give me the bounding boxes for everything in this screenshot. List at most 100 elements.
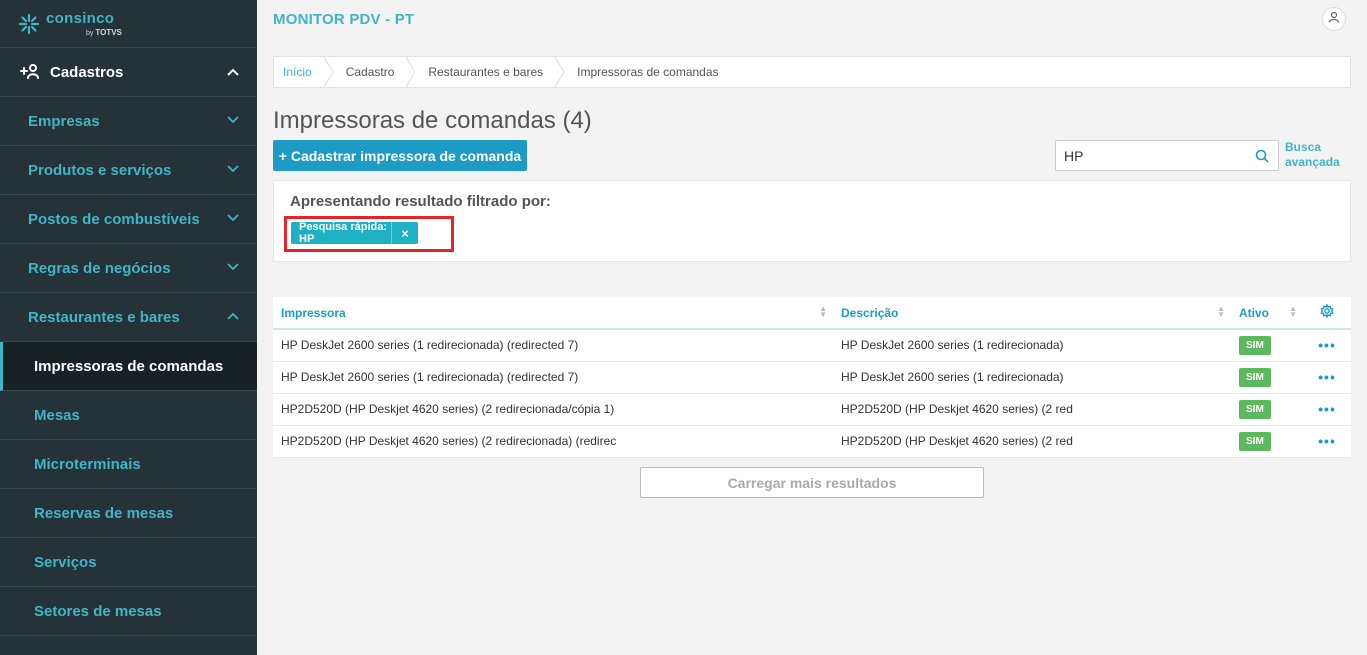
advanced-search-link[interactable]: Busca avançada [1285, 140, 1340, 170]
cell-description: HP2D520D (HP Deskjet 4620 series) (2 red [841, 402, 1073, 416]
quick-search [1055, 140, 1279, 171]
cell-printer: HP DeskJet 2600 series (1 redirecionada)… [281, 370, 579, 384]
cell-active: SIM [1231, 425, 1303, 457]
sidebar-section-label: Cadastros [50, 63, 124, 81]
advanced-search-line2: avançada [1285, 155, 1340, 169]
column-header-descricao[interactable]: Descrição ▲ ▼ [833, 297, 1231, 329]
filter-label: Apresentando resultado filtrado por: [290, 193, 551, 210]
gear-icon[interactable] [1320, 303, 1334, 321]
table-row[interactable]: HP2D520D (HP Deskjet 4620 series) (2 red… [273, 393, 1351, 425]
cell-printer: HP2D520D (HP Deskjet 4620 series) (2 red… [281, 434, 617, 448]
sidebar-subitem-label: Mesas [34, 406, 80, 424]
more-actions-icon[interactable]: ••• [1318, 369, 1336, 385]
table-row[interactable]: HP2D520D (HP Deskjet 4620 series) (2 red… [273, 425, 1351, 457]
sidebar-subitem-setores[interactable]: Setores de mesas [0, 587, 257, 636]
sidebar-item-label: Regras de negócios [28, 259, 171, 277]
chevron-up-icon [227, 311, 239, 323]
sidebar-item-produtos[interactable]: Produtos e serviços [0, 146, 257, 195]
breadcrumb-separator [555, 57, 565, 87]
column-settings[interactable] [1303, 297, 1351, 329]
cell-printer: HP DeskJet 2600 series (1 redirecionada)… [281, 338, 579, 353]
logo-name: consinco [46, 9, 115, 27]
filter-panel: Apresentando resultado filtrado por: Pes… [273, 180, 1351, 262]
sidebar-item-label: Restaurantes e bares [28, 308, 180, 326]
sidebar-subitem-microterminais[interactable]: Microterminais [0, 440, 257, 489]
breadcrumb-restaurantes[interactable]: Restaurantes e bares [416, 57, 555, 87]
add-printer-button[interactable]: + Cadastrar impressora de comanda [273, 140, 527, 171]
close-icon[interactable]: × [391, 222, 418, 244]
sidebar-item-label: Empresas [28, 112, 100, 130]
more-actions-icon[interactable]: ••• [1318, 401, 1336, 417]
chevron-down-icon [227, 115, 239, 127]
breadcrumb-cadastro[interactable]: Cadastro [334, 57, 407, 87]
load-more-button[interactable]: Carregar mais resultados [640, 467, 984, 498]
breadcrumb-separator [406, 57, 416, 87]
chevron-down-icon [227, 164, 239, 176]
cell-printer: HP2D520D (HP Deskjet 4620 series) (2 red… [281, 402, 615, 416]
row-actions: ••• [1303, 329, 1351, 361]
table-row[interactable]: HP DeskJet 2600 series (1 redirecionada)… [273, 329, 1351, 361]
chevron-down-icon [227, 213, 239, 225]
sidebar-section-cadastros[interactable]: Cadastros [0, 48, 257, 97]
row-actions: ••• [1303, 361, 1351, 393]
chevron-down-icon [227, 262, 239, 274]
sidebar-item-label: Produtos e serviços [28, 161, 172, 179]
sort-icon: ▲ ▼ [1289, 304, 1297, 319]
logo[interactable]: consinco by TOTVS [0, 0, 257, 48]
filter-tag-label: Pesquisa rápida: HP [299, 221, 388, 245]
more-actions-icon[interactable]: ••• [1318, 433, 1336, 449]
cell-active: SIM [1231, 393, 1303, 425]
sidebar-item-postos[interactable]: Postos de combustíveis [0, 195, 257, 244]
table-row[interactable]: HP DeskJet 2600 series (1 redirecionada)… [273, 361, 1351, 393]
sidebar-subitem-label: Reservas de mesas [34, 504, 174, 522]
sidebar-item-empresas[interactable]: Empresas [0, 97, 257, 146]
logo-byline: by TOTVS [86, 27, 122, 37]
filter-tag: Pesquisa rápida: HP × [291, 221, 418, 245]
cell-description: HP2D520D (HP Deskjet 4620 series) (2 red [841, 434, 1073, 448]
add-user-icon [20, 63, 40, 82]
advanced-search-line1: Busca [1285, 140, 1322, 154]
sidebar-subitem-label: Impressoras de comandas [34, 357, 224, 375]
cell-active: SIM [1231, 361, 1303, 393]
sidebar-subitem-reservas[interactable]: Reservas de mesas [0, 489, 257, 538]
sort-icon: ▲ ▼ [1217, 304, 1225, 319]
table-header-row: Impressora ▲ ▼ Descrição ▲ ▼ Ativo ▲ ▼ [273, 297, 1351, 329]
column-header-impressora[interactable]: Impressora ▲ ▼ [273, 297, 833, 329]
sidebar-subitem-label: Setores de mesas [34, 602, 162, 620]
breadcrumb: Início Cadastro Restaurantes e bares Imp… [273, 56, 1351, 88]
sidebar-subitem-impressoras[interactable]: Impressoras de comandas [0, 342, 257, 391]
printers-table: Impressora ▲ ▼ Descrição ▲ ▼ Ativo ▲ ▼ HP Desk… [273, 297, 1351, 458]
breadcrumb-current: Impressoras de comandas [577, 65, 719, 79]
sidebar-item-restaurantes[interactable]: Restaurantes e bares [0, 293, 257, 342]
sidebar-item-label: Postos de combustíveis [28, 210, 200, 228]
more-actions-icon[interactable]: ••• [1318, 337, 1336, 353]
sidebar-subitem-mesas[interactable]: Mesas [0, 391, 257, 440]
cell-description: HP DeskJet 2600 series (1 redirecionada) [841, 338, 1064, 353]
search-input[interactable] [1056, 147, 1246, 164]
user-icon [1328, 10, 1340, 28]
status-badge: SIM [1239, 335, 1271, 355]
breadcrumb-inicio[interactable]: Início [274, 57, 324, 87]
consinco-logo-icon [18, 13, 40, 35]
sidebar-item-regras[interactable]: Regras de negócios [0, 244, 257, 293]
row-actions: ••• [1303, 425, 1351, 457]
user-menu-button[interactable] [1322, 7, 1346, 31]
chevron-up-icon [227, 65, 239, 79]
sidebar: consinco by TOTVS Cadastros Empresas Pro… [0, 0, 257, 655]
sidebar-subitem-label: Serviços [34, 553, 97, 571]
sidebar-subitem-label: Microterminais [34, 455, 141, 473]
sort-icon: ▲ ▼ [819, 304, 827, 319]
app-title: MONITOR PDV - PT [273, 11, 415, 28]
main-content: MONITOR PDV - PT Início Cadastro Restaur… [257, 0, 1367, 655]
breadcrumb-separator [323, 57, 334, 87]
cell-active: SIM [1231, 329, 1303, 361]
column-header-ativo[interactable]: Ativo ▲ ▼ [1231, 297, 1303, 329]
page-title: Impressoras de comandas (4) [273, 107, 592, 134]
status-badge: SIM [1239, 431, 1271, 451]
cell-description: HP DeskJet 2600 series (1 redirecionada) [841, 370, 1064, 384]
status-badge: SIM [1239, 367, 1271, 387]
search-icon[interactable] [1255, 149, 1269, 168]
row-actions: ••• [1303, 393, 1351, 425]
sidebar-subitem-servicos[interactable]: Serviços [0, 538, 257, 587]
status-badge: SIM [1239, 399, 1271, 419]
